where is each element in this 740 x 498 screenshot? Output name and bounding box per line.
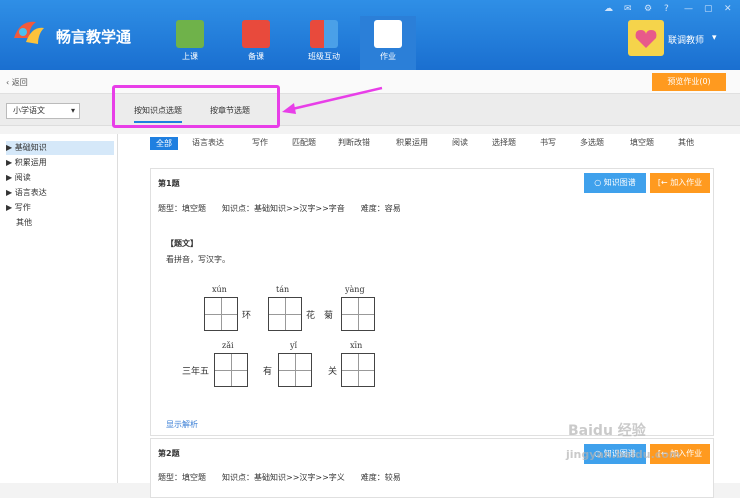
- tree-item[interactable]: ▶ 基础知识: [6, 141, 114, 155]
- abc-board-icon: [176, 20, 204, 48]
- context-text: 关: [328, 367, 338, 377]
- tree-item[interactable]: ▶ 阅读: [6, 171, 114, 185]
- answer-cell[interactable]: [341, 353, 375, 387]
- tree-item[interactable]: ▶ 语言表达: [6, 186, 114, 200]
- pinyin: yàng: [345, 285, 365, 294]
- show-analysis-link[interactable]: 显示解析: [166, 419, 198, 430]
- answer-cell[interactable]: [268, 297, 302, 331]
- question-title: 第2题: [158, 449, 180, 458]
- back-label: 返回: [11, 78, 28, 87]
- bulb-icon: ○: [594, 178, 602, 187]
- answer-cell[interactable]: [214, 353, 248, 387]
- annotation-arrow: [282, 86, 383, 114]
- answer-cell[interactable]: [204, 297, 238, 331]
- context-text: 环: [242, 311, 252, 321]
- context-text: 有: [263, 367, 273, 377]
- watermark-text: Baidu 经验: [568, 423, 646, 439]
- nav-homework-label: 作业: [380, 52, 396, 61]
- question-meta: 题型：填空题 知识点：基础知识>>汉字>>字义 难度：较易: [158, 473, 401, 482]
- filter-choice[interactable]: 选择题: [492, 137, 516, 148]
- filter-fill-blank[interactable]: 填空题: [630, 137, 654, 148]
- app-name: 畅言教学通: [56, 28, 132, 46]
- caret-right-icon: ▶: [6, 203, 13, 212]
- back-link[interactable]: ‹ 返回: [6, 77, 28, 88]
- filter-true-false[interactable]: 判断改错: [338, 137, 370, 148]
- cloud-icon[interactable]: ☁: [604, 4, 613, 14]
- app-logo-icon: [12, 16, 46, 50]
- pinyin: zǎi: [222, 341, 234, 350]
- nav-prepare[interactable]: 备课: [228, 16, 284, 70]
- watermark-url: jingyan.baidu.com: [566, 448, 681, 461]
- caret-right-icon: ▶: [6, 158, 13, 167]
- instruction-text: 看拼音，写汉字。: [166, 255, 230, 264]
- preview-homework-button[interactable]: 预览作业(0): [652, 73, 726, 91]
- filter-other[interactable]: 其他: [678, 137, 694, 148]
- pinyin: xīn: [350, 341, 363, 350]
- pinyin: yǐ: [290, 341, 298, 350]
- tree-item[interactable]: 其他: [6, 216, 114, 230]
- tree-item[interactable]: ▶ 写作: [6, 201, 114, 215]
- filter-all[interactable]: 全部: [150, 137, 178, 150]
- pinyin: tán: [276, 285, 290, 294]
- top-bar: 畅言教学通 上课 备课 班级互动 作业 联调教师 ▾ ☁ ✉ ⚙ ? — ▢ ✕: [0, 0, 740, 70]
- filter-language-expression[interactable]: 语言表达: [192, 137, 224, 148]
- tree-item[interactable]: ▶ 积累运用: [6, 156, 114, 170]
- tree-item-label: 积累运用: [14, 158, 47, 167]
- filter-matching[interactable]: 匹配题: [292, 137, 316, 148]
- help-icon[interactable]: ?: [664, 4, 669, 14]
- pinyin: xún: [212, 285, 227, 294]
- tree-item-label: 语言表达: [14, 188, 47, 197]
- answer-cell[interactable]: [341, 297, 375, 331]
- question-title: 第1题: [158, 179, 180, 188]
- filter-accumulation[interactable]: 积累运用: [396, 137, 428, 148]
- minimize-icon[interactable]: —: [684, 4, 693, 14]
- tree-item-label: 其他: [16, 218, 32, 227]
- stem-label: 【题文】: [166, 239, 198, 248]
- nav-homework[interactable]: 作业: [360, 16, 416, 70]
- filter-reading[interactable]: 阅读: [452, 137, 468, 148]
- knowledge-map-button[interactable]: ○ 知识图谱: [584, 173, 646, 193]
- highlight-box: [112, 85, 280, 128]
- nav-teach-label: 上课: [182, 52, 198, 61]
- context-text: 三年五: [182, 367, 210, 377]
- tree-item-label: 写作: [14, 203, 31, 212]
- add-to-homework-button[interactable]: [← 加入作业: [650, 173, 710, 193]
- nav-prepare-label: 备课: [248, 52, 264, 61]
- add-to-homework-label: 加入作业: [670, 178, 703, 187]
- notepad-icon: [374, 20, 402, 48]
- subject-select[interactable]: 小学语文 ▾: [6, 103, 80, 119]
- nav-teach[interactable]: 上课: [162, 16, 218, 70]
- maximize-icon[interactable]: ▢: [704, 4, 713, 14]
- tree-item-label: 阅读: [14, 173, 31, 182]
- user-name[interactable]: 联调教师: [668, 33, 704, 46]
- knowledge-map-label: 知识图谱: [603, 178, 636, 187]
- settings-icon[interactable]: ⚙: [644, 4, 652, 14]
- filter-handwriting[interactable]: 书写: [540, 137, 556, 148]
- user-avatar[interactable]: [628, 20, 664, 56]
- book-icon: [242, 20, 270, 48]
- message-icon[interactable]: ✉: [624, 4, 632, 14]
- caret-right-icon: ▶: [6, 173, 13, 182]
- answer-cell[interactable]: [278, 353, 312, 387]
- chevron-down-icon: ▾: [70, 106, 75, 115]
- nav-class-interaction-label: 班级互动: [308, 52, 340, 61]
- question-meta: 题型：填空题 知识点：基础知识>>汉字>>字音 难度：容易: [158, 204, 401, 213]
- add-icon: [←: [657, 178, 668, 187]
- subject-value: 小学语文: [13, 106, 45, 115]
- filter-writing[interactable]: 写作: [252, 137, 268, 148]
- nav-class-interaction[interactable]: 班级互动: [296, 16, 352, 70]
- user-menu-chevron-icon[interactable]: ▾: [712, 33, 717, 43]
- blocks-icon: [310, 20, 338, 48]
- filter-multi-choice[interactable]: 多选题: [580, 137, 604, 148]
- caret-right-icon: ▶: [6, 143, 13, 152]
- close-icon[interactable]: ✕: [724, 4, 732, 14]
- context-text: 花 菊: [306, 311, 334, 321]
- tree-item-label: 基础知识: [14, 143, 47, 152]
- caret-right-icon: ▶: [6, 188, 13, 197]
